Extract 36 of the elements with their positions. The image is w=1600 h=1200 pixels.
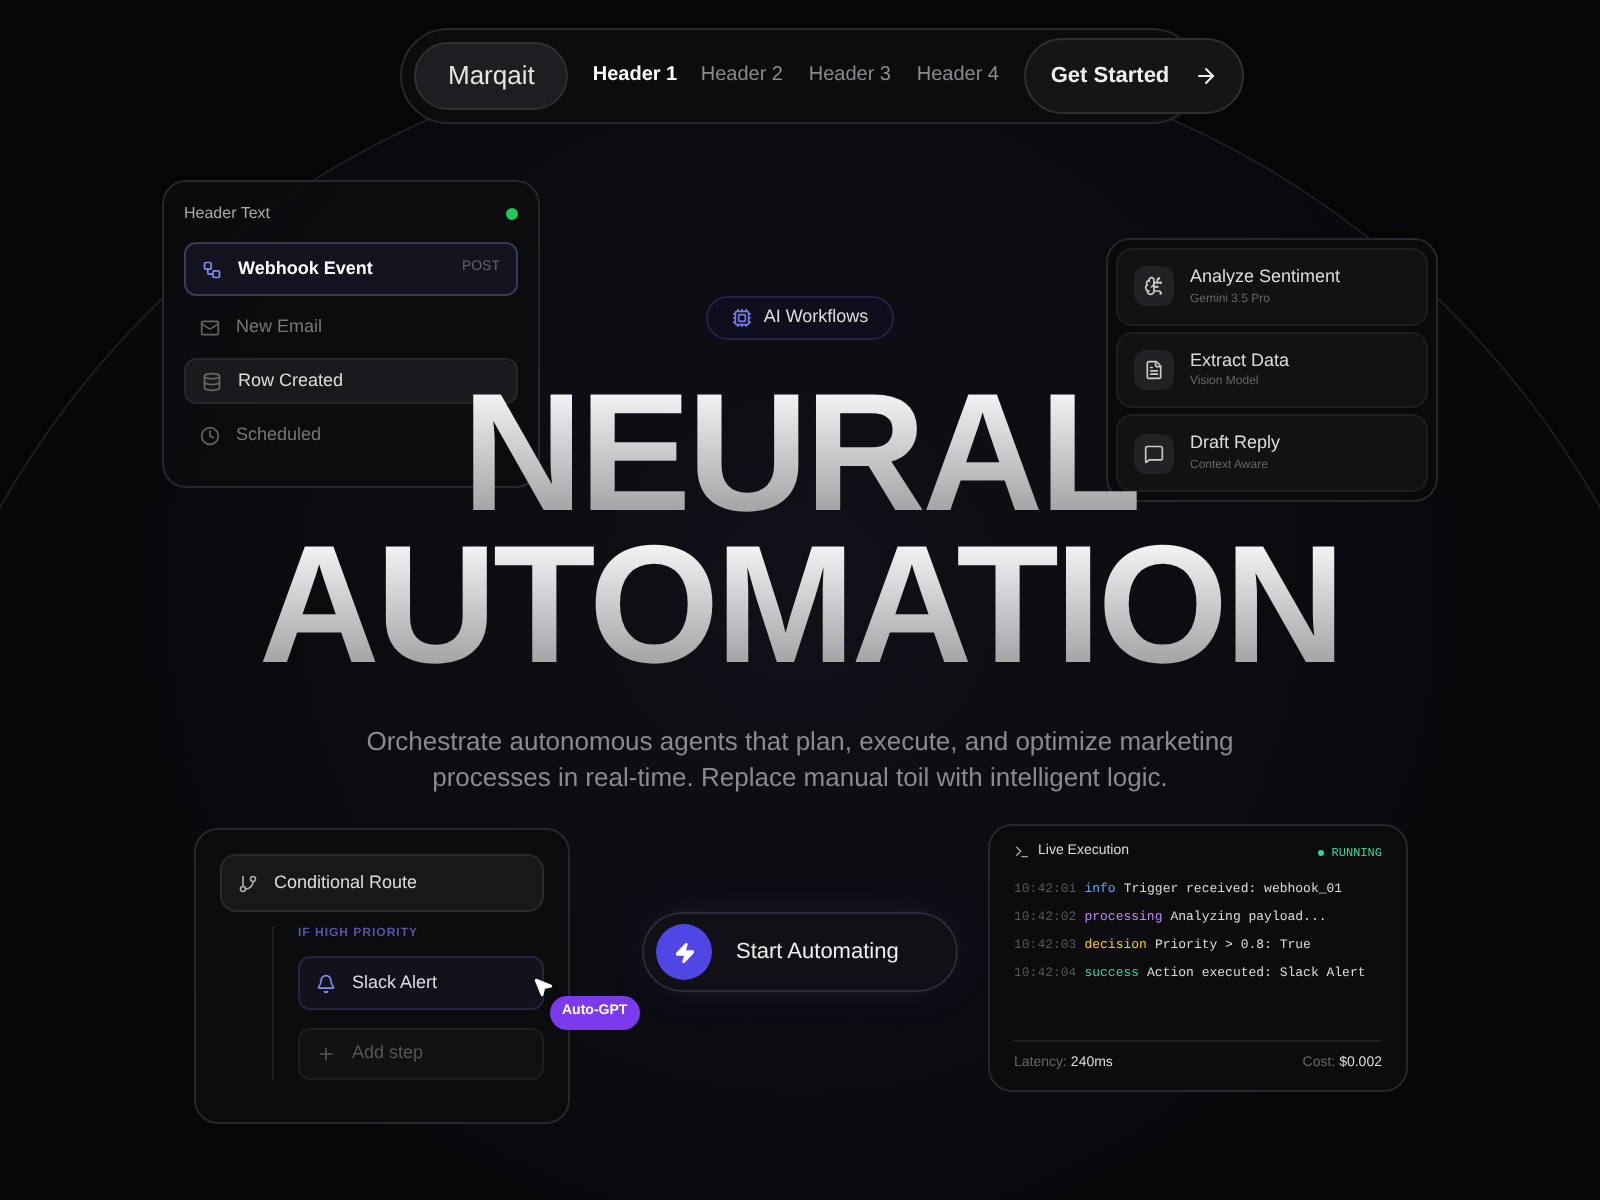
trigger-item[interactable]: Scheduled: [184, 412, 338, 458]
trigger-icon: [202, 259, 222, 279]
bell-icon: [316, 973, 336, 993]
hero-subtitle: Orchestrate autonomous agents that plan, execute, and optimize marketing processes in real-time. Replace manual toil with intelligent logic.: [364, 724, 1236, 796]
nav-link[interactable]: Header 4: [916, 62, 1017, 90]
trigger-icon: [200, 425, 220, 445]
route-node[interactable]: Conditional Route: [220, 854, 544, 912]
branch-icon: [238, 873, 258, 893]
step-icon: [1134, 266, 1174, 307]
nav-link[interactable]: Header 1: [592, 62, 693, 90]
terminal-icon: [1014, 844, 1030, 861]
nav-link[interactable]: Header 2: [700, 62, 801, 90]
step-icon: [1134, 433, 1174, 474]
brand-pill[interactable]: Marqait: [414, 42, 569, 110]
trigger-item[interactable]: New Email: [184, 304, 339, 350]
nav-link[interactable]: Header 3: [808, 62, 909, 90]
ai-workflows-badge: AI Workflows: [705, 296, 895, 340]
trigger-label: Scheduled: [236, 421, 322, 448]
step-title: Analyze Sentiment: [1190, 264, 1341, 291]
trigger-icon: [202, 371, 222, 391]
chip-icon: [731, 308, 752, 328]
step-title: Extract Data: [1190, 347, 1290, 374]
trigger-icon: [200, 317, 220, 337]
cursor-icon: [532, 976, 554, 998]
start-automating-button[interactable]: Start Automating: [642, 912, 958, 992]
trigger-label: New Email: [236, 313, 323, 340]
get-started-button[interactable]: Get Started: [1024, 38, 1244, 114]
plus-icon: [316, 1044, 336, 1064]
action-node[interactable]: Slack Alert: [298, 956, 544, 1010]
card-title: Header Text: [184, 202, 270, 226]
step-icon: [1134, 350, 1174, 390]
arrow-right-icon: [1193, 64, 1218, 88]
step-title: Draft Reply: [1190, 430, 1281, 457]
bolt-icon: [656, 924, 712, 980]
trigger-label: Webhook Event: [238, 255, 373, 282]
trigger-label: Row Created: [238, 367, 344, 394]
